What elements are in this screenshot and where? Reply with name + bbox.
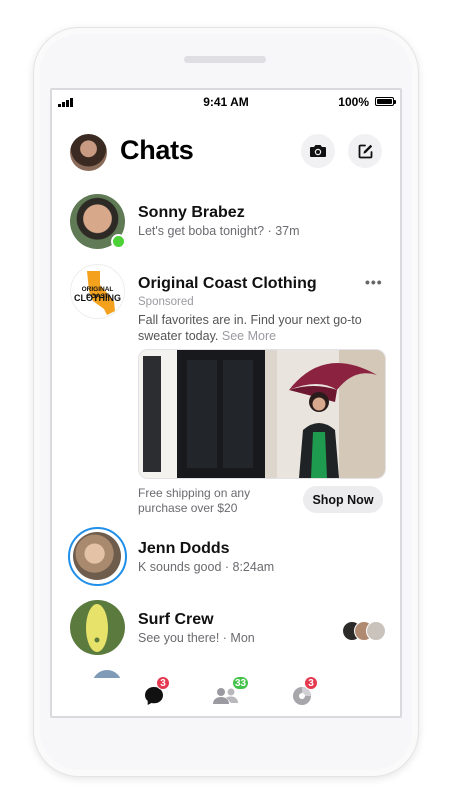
chat-preview: K sounds good · 8:24am (138, 560, 275, 574)
people-badge: 33 (232, 676, 250, 690)
shop-now-button[interactable]: Shop Now (303, 486, 383, 513)
ad-name[interactable]: Original Coast Clothing (138, 275, 317, 293)
tab-bar: 3 33 3 (52, 676, 400, 716)
camera-icon (310, 145, 326, 157)
chat-name[interactable]: Jenn Dodds (138, 540, 230, 558)
ad-logo-text: CLOTHING (74, 293, 121, 303)
battery-icon (375, 97, 396, 106)
story-ring[interactable] (68, 527, 127, 586)
chats-badge: 3 (156, 676, 170, 690)
sponsored-label: Sponsored (138, 296, 194, 308)
chat-name[interactable]: Sonny Brabez (138, 204, 245, 222)
avatar[interactable] (70, 600, 125, 655)
discover-badge: 3 (304, 676, 318, 690)
more-options-icon[interactable]: ••• (365, 274, 383, 290)
member-avatar (366, 621, 386, 641)
avatar (73, 532, 121, 580)
phone-speaker (184, 56, 266, 63)
ad-caption: Free shipping on any purchase over $20 (138, 486, 251, 515)
chat-preview: See you there! · Mon (138, 631, 255, 645)
tab-discover[interactable]: 3 (288, 676, 320, 712)
chat-name[interactable]: Surf Crew (138, 611, 214, 629)
chat-preview: Let's get boba tonight? · 37m (138, 224, 300, 238)
profile-avatar[interactable] (70, 134, 107, 171)
tab-people[interactable]: 33 (212, 676, 250, 712)
status-bar: 9:41 AM 100% (52, 90, 400, 112)
see-more-link[interactable]: See More (222, 329, 276, 343)
tab-chats[interactable]: 3 (140, 676, 172, 712)
ad-image[interactable] (138, 349, 386, 479)
compose-button[interactable] (348, 134, 382, 168)
messenger-screen: 9:41 AM 100% Chats Sonny Brabez Let's ge… (50, 88, 402, 718)
ad-text: Fall favorites are in. Find your next go… (138, 312, 383, 344)
ad-photo (139, 350, 385, 478)
compose-icon (358, 144, 372, 158)
page-title: Chats (120, 135, 194, 165)
online-indicator (111, 234, 126, 249)
camera-button[interactable] (301, 134, 335, 168)
ad-logo[interactable]: ORIGINAL COAST CLOTHING (70, 264, 125, 319)
battery-percent: 100% (338, 95, 369, 109)
surfboard-icon (86, 604, 108, 652)
